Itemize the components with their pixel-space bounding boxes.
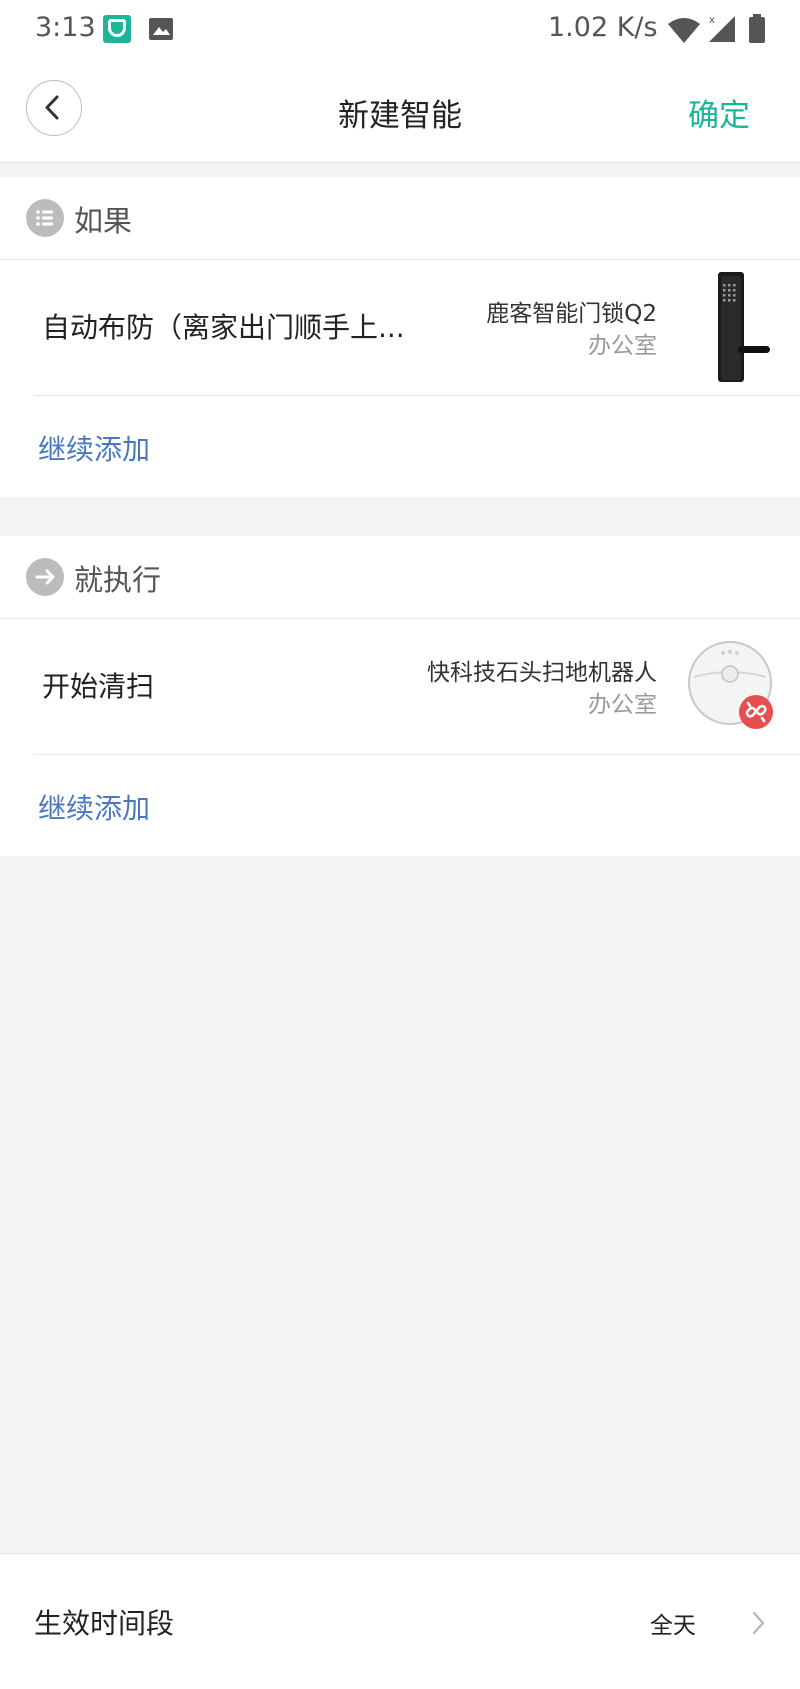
title-bar: 新建智能 确定 [0,62,800,163]
arrow-right-icon [26,558,64,596]
condition-device-room: 办公室 [588,333,657,359]
divider [34,754,800,755]
cellular-signal-icon: x [709,15,735,42]
link-broken-icon [739,695,773,729]
action-item[interactable]: 开始清扫 快科技石头扫地机器人 办公室 [0,619,800,754]
action-device-name: 快科技石头扫地机器人 [427,660,657,686]
divider [34,395,800,396]
network-speed: 1.02 K/s [548,12,658,43]
effective-time-row[interactable]: 生效时间段 全天 [0,1553,800,1689]
battery-icon [749,14,765,43]
list-icon [26,199,64,237]
action-section-header: 就执行 [0,536,800,619]
status-bar: 3:13 1.02 K/s x [0,0,800,62]
condition-item[interactable]: 自动布防（离家出门顺手上... 鹿客智能门锁Q2 办公室 [0,260,800,395]
action-device-room: 办公室 [588,692,657,718]
confirm-button[interactable]: 确定 [688,90,750,135]
action-section-title: 就执行 [74,563,162,597]
action-item-title: 开始清扫 [42,670,155,703]
svg-text:x: x [709,15,715,26]
action-section: 就执行 开始清扫 快科技石头扫地机器人 办公室 继续添加 [0,536,800,856]
condition-section-title: 如果 [74,204,133,238]
effective-time-label: 生效时间段 [34,1607,175,1640]
status-time: 3:13 [35,12,96,43]
mi-home-icon [103,15,131,43]
gallery-icon [149,18,173,40]
chevron-right-icon [752,1611,765,1635]
condition-section-header: 如果 [0,177,800,260]
door-lock-icon [718,272,770,382]
condition-device-name: 鹿客智能门锁Q2 [486,301,657,327]
action-add-more-button[interactable]: 继续添加 [38,787,150,827]
condition-add-more-button[interactable]: 继续添加 [38,428,150,468]
page-title: 新建智能 [338,98,462,134]
effective-time-value: 全天 [650,1613,696,1639]
condition-section: 如果 自动布防（离家出门顺手上... 鹿客智能门锁Q2 办公室 继续添加 [0,177,800,497]
wifi-icon [668,18,700,43]
condition-item-title: 自动布防（离家出门顺手上... [42,311,405,344]
